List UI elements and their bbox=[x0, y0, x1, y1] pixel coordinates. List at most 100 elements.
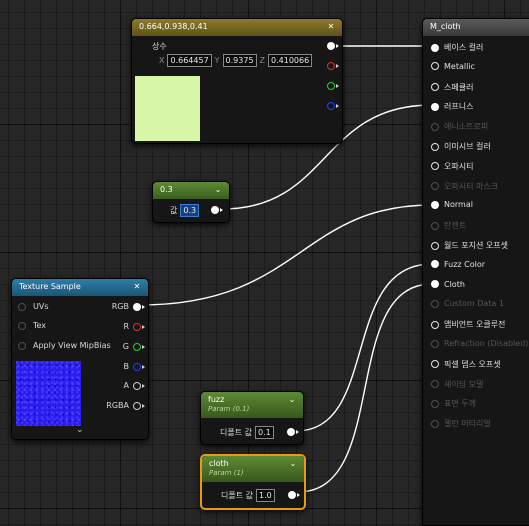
output-r[interactable]: R bbox=[123, 322, 145, 331]
material-input-label: 오파시티 마스크 bbox=[444, 181, 499, 191]
input-apply-view-mipbias[interactable]: Apply View MipBias bbox=[18, 341, 111, 350]
default-value-label: 디폴트 값 bbox=[221, 491, 253, 500]
green-pin-icon[interactable] bbox=[327, 82, 339, 90]
rgba-pin-icon[interactable] bbox=[133, 401, 145, 410]
input-pin-icon[interactable] bbox=[431, 43, 439, 52]
material-input-pin[interactable]: 월드 포지션 오프셋 bbox=[431, 240, 508, 251]
chevron-down-icon[interactable]: ⌄ bbox=[288, 459, 298, 469]
output-pin-g[interactable] bbox=[327, 82, 339, 90]
color-swatch[interactable] bbox=[135, 76, 200, 141]
output-pin-icon[interactable] bbox=[211, 206, 223, 214]
input-pin-icon[interactable] bbox=[431, 241, 439, 250]
z-value-field[interactable]: 0.410066 bbox=[268, 54, 313, 67]
material-input-label: 젤런 머티리얼 bbox=[444, 419, 491, 429]
input-pin-icon[interactable] bbox=[431, 162, 439, 171]
input-pin-icon[interactable] bbox=[431, 200, 439, 209]
white-pin-icon[interactable] bbox=[327, 42, 339, 50]
value-label: 값 bbox=[170, 206, 178, 215]
wire-cloth-to-cloth bbox=[297, 283, 433, 493]
material-input-pin: 오파시티 마스크 bbox=[431, 181, 498, 192]
output-pin-icon[interactable] bbox=[287, 428, 299, 436]
z-label: Z bbox=[259, 56, 266, 65]
input-pin-icon[interactable] bbox=[431, 360, 439, 369]
material-input-pin[interactable]: Normal bbox=[431, 200, 473, 209]
node-title: M_cloth bbox=[430, 22, 461, 31]
red-pin-icon[interactable] bbox=[133, 322, 145, 331]
input-pin-icon bbox=[431, 122, 439, 131]
input-uvs[interactable]: UVs bbox=[18, 302, 49, 311]
node-header[interactable]: M_cloth bbox=[423, 19, 529, 36]
output-pin-b[interactable] bbox=[327, 102, 339, 110]
node-header[interactable]: cloth Param (1) ⌄ bbox=[202, 456, 304, 482]
input-label: Apply View MipBias bbox=[33, 341, 111, 350]
texture-sample-node[interactable]: Texture Sample ✕ UVs Tex Apply View MipB… bbox=[11, 278, 149, 440]
material-input-label: 탄젠트 bbox=[444, 221, 467, 231]
material-input-pin[interactable]: Metallic bbox=[431, 62, 475, 71]
red-pin-icon[interactable] bbox=[327, 62, 339, 70]
output-rgb[interactable]: RGB bbox=[112, 302, 145, 311]
input-pin-icon[interactable] bbox=[431, 83, 439, 92]
white-pin-icon[interactable] bbox=[133, 302, 145, 311]
output-label: A bbox=[123, 381, 129, 390]
material-input-pin[interactable]: Fuzz Color bbox=[431, 260, 485, 269]
blue-pin-icon[interactable] bbox=[327, 102, 339, 110]
input-pin-icon[interactable] bbox=[431, 260, 439, 269]
chevron-down-icon[interactable]: ⌄ bbox=[287, 395, 297, 405]
material-input-pin[interactable]: Cloth bbox=[431, 280, 465, 289]
blue-pin-icon[interactable] bbox=[133, 362, 145, 371]
node-header[interactable]: 0.664,0.938,0.41 ✕ bbox=[132, 19, 342, 36]
node-subtitle: Param (1) bbox=[209, 469, 244, 477]
input-pin-icon[interactable] bbox=[431, 320, 439, 329]
y-value-field[interactable]: 0.9375 bbox=[222, 54, 257, 67]
output-rgba[interactable]: RGBA bbox=[106, 401, 145, 410]
material-input-label: 월드 포지션 오프셋 bbox=[444, 241, 508, 250]
material-input-label: 베이스 컬러 bbox=[444, 43, 484, 52]
material-result-node[interactable]: M_cloth 베이스 컬러 Metallic 스페큘러 러프니스 애니소트로피 이미시브… bbox=[422, 18, 529, 526]
output-pin-icon[interactable] bbox=[288, 491, 300, 499]
close-icon[interactable]: ✕ bbox=[326, 22, 336, 32]
alpha-pin-icon[interactable] bbox=[133, 381, 145, 390]
input-pin-icon[interactable] bbox=[18, 341, 26, 350]
material-input-pin[interactable]: 오파시티 bbox=[431, 161, 473, 172]
material-input-label: 앰비언트 오클루전 bbox=[444, 320, 506, 330]
value-field[interactable]: 0.3 bbox=[180, 204, 200, 217]
input-pin-icon[interactable] bbox=[18, 302, 26, 311]
input-pin-icon[interactable] bbox=[431, 142, 439, 151]
constant3-vector-node[interactable]: 0.664,0.938,0.41 ✕ 상수 X 0.664457 Y 0.937… bbox=[131, 18, 343, 144]
output-a[interactable]: A bbox=[123, 381, 145, 390]
output-g[interactable]: G bbox=[123, 342, 145, 351]
material-input-label: Refraction (Disabled) bbox=[444, 339, 529, 348]
output-pin-rgb[interactable] bbox=[327, 42, 339, 50]
material-input-pin: Refraction (Disabled) bbox=[431, 339, 528, 348]
chevron-down-icon[interactable]: ⌄ bbox=[213, 185, 223, 195]
default-value-field[interactable]: 1.0 bbox=[255, 489, 275, 502]
material-input-label: 오파시티 bbox=[444, 161, 474, 171]
material-input-pin[interactable]: 러프니스 bbox=[431, 101, 473, 112]
input-pin-icon[interactable] bbox=[431, 102, 439, 111]
constant-node[interactable]: 0.3 ⌄ 값 0.3 bbox=[152, 181, 230, 223]
node-header[interactable]: 0.3 ⌄ bbox=[153, 182, 229, 199]
material-input-pin[interactable]: 이미시브 컬러 bbox=[431, 141, 491, 152]
material-input-pin[interactable]: 앰비언트 오클루전 bbox=[431, 319, 505, 330]
green-pin-icon[interactable] bbox=[133, 342, 145, 351]
fuzz-param-node[interactable]: fuzz Param (0.1) ⌄ 디폴트 값 0.1 bbox=[200, 391, 304, 445]
x-value-field[interactable]: 0.664457 bbox=[167, 54, 212, 67]
input-tex[interactable]: Tex bbox=[18, 321, 46, 330]
close-icon[interactable]: ✕ bbox=[132, 282, 142, 292]
output-b[interactable]: B bbox=[124, 362, 145, 371]
input-pin-icon[interactable] bbox=[18, 321, 26, 330]
node-subtitle: Param (0.1) bbox=[208, 405, 250, 413]
node-header[interactable]: Texture Sample ✕ bbox=[12, 279, 148, 296]
material-input-pin[interactable]: 픽셀 뎁스 오프셋 bbox=[431, 359, 501, 370]
cloth-param-node[interactable]: cloth Param (1) ⌄ 디폴트 값 1.0 bbox=[200, 454, 306, 510]
node-header[interactable]: fuzz Param (0.1) ⌄ bbox=[201, 392, 303, 418]
chevron-down-icon[interactable]: ⌄ bbox=[76, 425, 84, 435]
input-pin-icon[interactable] bbox=[431, 62, 439, 71]
input-pin-icon[interactable] bbox=[431, 280, 439, 289]
material-input-pin[interactable]: 스페큘러 bbox=[431, 82, 473, 93]
output-pin-r[interactable] bbox=[327, 62, 339, 70]
default-value-field[interactable]: 0.1 bbox=[254, 426, 274, 439]
node-title: 0.3 bbox=[160, 185, 173, 194]
material-input-pin[interactable]: 베이스 컬러 bbox=[431, 42, 483, 53]
input-label: UVs bbox=[33, 302, 49, 311]
